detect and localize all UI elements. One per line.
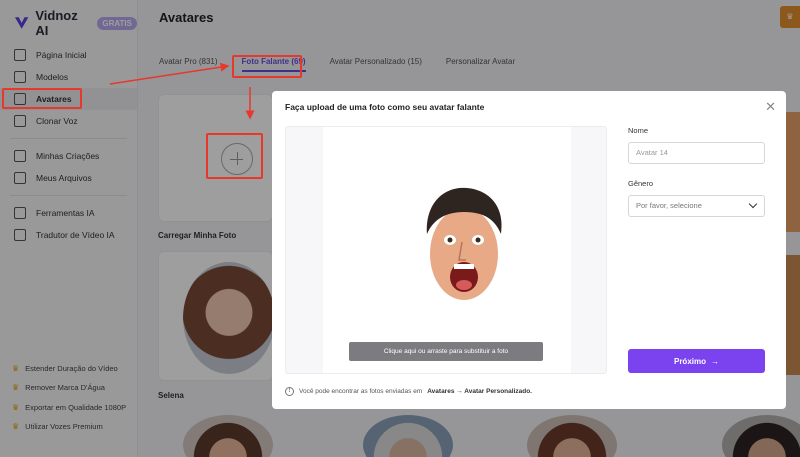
replace-photo-button[interactable]: Clique aqui ou arraste para substituir a… xyxy=(349,342,543,361)
photo-preview-area[interactable]: Clique aqui ou arraste para substituir a… xyxy=(285,126,607,374)
name-label: Nome xyxy=(628,126,649,135)
chevron-down-icon xyxy=(748,199,758,209)
avatar-form: Nome Avatar 14 Gênero Por favor, selecio… xyxy=(628,126,765,217)
uploaded-face-photo xyxy=(426,187,502,300)
hint-text: Você pode encontrar as fotos enviadas em xyxy=(299,388,423,395)
highlight-box-upload xyxy=(206,133,263,179)
highlight-box-avatares xyxy=(2,88,82,109)
modal-hint: ! Você pode encontrar as fotos enviadas … xyxy=(285,387,532,396)
highlight-box-tab xyxy=(232,55,302,78)
info-icon: ! xyxy=(285,387,294,396)
hint-path: Avatares → Avatar Personalizado. xyxy=(427,388,532,395)
name-input[interactable]: Avatar 14 xyxy=(628,142,765,164)
gender-select[interactable]: Por favor, selecione xyxy=(628,195,765,217)
gender-label: Gênero xyxy=(628,179,654,188)
arrow-right-icon: → xyxy=(711,356,719,366)
next-button[interactable]: Próximo → xyxy=(628,349,765,373)
gender-select-placeholder: Por favor, selecione xyxy=(636,201,702,210)
close-icon[interactable]: ✕ xyxy=(765,100,776,113)
next-button-label: Próximo xyxy=(673,356,706,366)
upload-modal: Faça upload de uma foto como seu avatar … xyxy=(272,91,786,409)
modal-title: Faça upload de uma foto como seu avatar … xyxy=(285,102,485,112)
